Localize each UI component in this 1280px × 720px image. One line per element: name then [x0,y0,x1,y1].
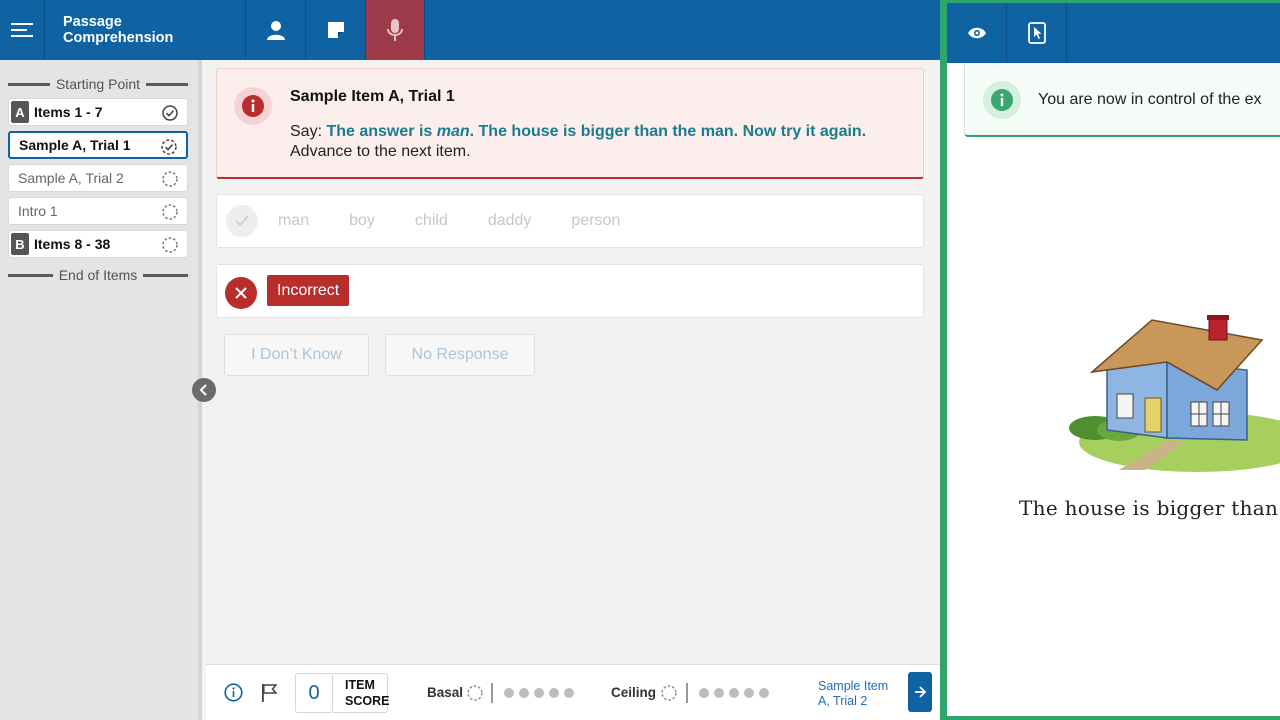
ceiling-divider [686,683,688,703]
option-child[interactable]: child [415,212,448,230]
arrow-right-icon [915,686,926,698]
item-score-label: ITEM SCORE [345,678,390,708]
in-progress-icon [161,139,177,155]
sidebar-item-label: Sample A, Trial 2 [18,170,124,186]
notes-button[interactable] [306,0,366,60]
eye-icon [967,27,986,39]
info-circle-icon[interactable] [224,683,243,702]
menu-icon [11,23,33,37]
sidebar-item-items-1-7[interactable]: A Items 1 - 7 [8,98,188,126]
say-text-1: The answer is [326,123,437,140]
basal-dot [519,688,529,698]
starting-point-divider: Starting Point [8,76,188,92]
end-of-items-divider: End of Items [8,267,188,283]
record-button[interactable] [366,0,425,60]
ceiling-dot [714,688,724,698]
incorrect-toggle[interactable] [225,277,257,309]
ceiling-status-icon [661,685,677,701]
menu-button[interactable] [0,0,45,60]
ceiling-label: Ceiling [611,685,657,700]
sidebar-item-sample-a-trial-2[interactable]: Sample A, Trial 2 [8,164,188,192]
end-of-items-label: End of Items [58,267,138,283]
sidebar-item-label: Items 8 - 38 [34,236,111,252]
response-options: man boy child daddy person [216,194,924,248]
basal-divider [491,683,493,703]
sidebar-item-sample-a-trial-1[interactable]: Sample A, Trial 1 [8,131,188,159]
basal-dot [504,688,514,698]
notice-icon-wrap [983,81,1021,119]
say-prefix: Say: [290,123,327,140]
no-response-button[interactable]: No Response [385,334,535,376]
set-letter-b: B [11,233,29,255]
examiner-toolbar: Passage Comprehension [0,0,940,60]
alert-title: Sample Item A, Trial 1 [290,88,455,105]
next-item-button[interactable] [908,672,932,712]
basal-label: Basal [427,685,464,700]
info-icon [991,89,1013,111]
option-man[interactable]: man [278,212,309,230]
close-icon [235,287,247,299]
sidebar-item-label: Items 1 - 7 [34,104,103,120]
ceiling-dot [744,688,754,698]
collapse-sidebar-button[interactable] [192,378,216,402]
sidebar-item-label: Intro 1 [18,203,58,219]
preview-button[interactable] [947,3,1007,63]
correct-toggle[interactable] [226,205,258,237]
next-item-label[interactable]: Sample Item A, Trial 2 [818,679,898,709]
ceiling-dot [699,688,709,698]
incorrect-badge[interactable]: Incorrect [267,275,350,306]
tablet-control-button[interactable] [1007,3,1067,63]
ceiling-dot [729,688,739,698]
check-circle-icon [162,105,178,121]
item-caption: The house is bigger than th [1019,496,1280,520]
item-score-value[interactable]: 0 [295,673,333,713]
sidebar-item-label: Sample A, Trial 1 [19,137,131,153]
microphone-icon [387,19,403,41]
ceiling-dot [759,688,769,698]
option-boy[interactable]: boy [349,212,375,230]
starting-point-label: Starting Point [55,76,141,92]
basal-dot [564,688,574,698]
scoring-row: Incorrect [216,264,924,318]
control-notice-text: You are now in control of the ex [1038,91,1262,108]
basal-dot [534,688,544,698]
instruction-text: Advance to the next item. [290,143,471,160]
scoring-footer: 0 ITEM SCORE Basal Ceiling Sample Item A… [206,664,940,720]
info-icon [242,95,264,117]
person-icon [266,21,285,40]
alert-body: Say: The answer is man. The house is big… [290,122,866,162]
pending-icon [162,204,178,220]
say-emphasis: man [436,123,470,140]
dont-know-button[interactable]: I Don’t Know [224,334,369,376]
check-icon [235,215,249,227]
tablet-pointer-icon [1027,22,1046,44]
examinee-info-button[interactable] [246,0,306,60]
basal-status-icon [467,685,483,701]
option-daddy[interactable]: daddy [488,212,532,230]
feedback-alert: Sample Item A, Trial 1 Say: The answer i… [216,68,924,179]
examinee-toolbar [947,0,1280,63]
sidebar-item-items-8-38[interactable]: B Items 8 - 38 [8,230,188,258]
house-illustration [1069,315,1280,472]
pending-icon [162,237,178,253]
note-icon [327,22,344,38]
chevron-left-icon [199,384,207,396]
control-notice: You are now in control of the ex [964,63,1280,137]
item-navigation-sidebar: Starting Point A Items 1 - 7 Sample A, T… [0,60,202,720]
alert-icon-wrap [234,87,272,125]
flag-icon[interactable] [261,683,277,702]
basal-dot [549,688,559,698]
sidebar-item-intro-1[interactable]: Intro 1 [8,197,188,225]
option-person[interactable]: person [571,212,620,230]
say-text-2: . The house is bigger than the man. Now … [469,123,867,140]
item-panel: Sample Item A, Trial 1 Say: The answer i… [206,60,940,664]
pending-icon [162,171,178,187]
examinee-panel: You are now in control of the ex The hou… [940,0,1280,720]
set-letter-a: A [11,101,29,123]
test-title: Passage Comprehension [45,0,246,60]
